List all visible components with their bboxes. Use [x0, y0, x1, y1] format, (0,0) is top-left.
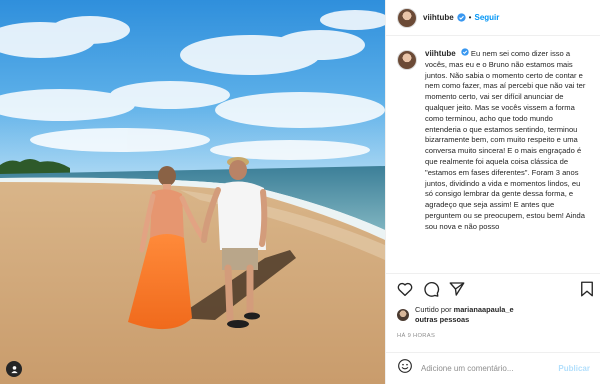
caption-text: Eu nem sei como dizer isso a vocês, mas … — [425, 49, 586, 231]
verified-badge-icon — [461, 48, 469, 60]
comment-input[interactable] — [421, 364, 559, 373]
beach-couple-image — [0, 0, 385, 384]
header-username[interactable]: viihtube — [423, 13, 454, 22]
caption-area: viihtube Eu nem sei como dizer isso a vo… — [386, 48, 600, 268]
post-side-panel: viihtube • Seguir viihtube Eu nem sei co… — [385, 0, 600, 384]
liked-by-prefix: Curtido por — [415, 305, 452, 314]
liked-by-user[interactable]: marianaapaula_e — [454, 305, 514, 314]
comment-icon[interactable] — [422, 280, 440, 298]
heart-icon[interactable] — [396, 280, 414, 298]
post-timestamp[interactable]: HÁ 9 HORAS — [397, 333, 435, 339]
action-bar — [386, 273, 600, 301]
liked-by-text: Curtido por marianaapaula_e outras pesso… — [415, 305, 514, 324]
bookmark-icon[interactable] — [578, 280, 596, 298]
share-icon[interactable] — [448, 280, 466, 298]
emoji-icon[interactable] — [397, 358, 413, 379]
comment-bar: Publicar — [386, 352, 600, 384]
liked-by: Curtido por marianaapaula_e outras pesso… — [397, 305, 514, 324]
verified-badge-icon — [457, 9, 466, 27]
post-photo[interactable] — [0, 0, 385, 384]
avatar[interactable] — [397, 7, 417, 28]
caption-avatar[interactable] — [397, 50, 417, 70]
liked-by-others[interactable]: outras pessoas — [415, 315, 469, 324]
caption-text-block: viihtube Eu nem sei como dizer isso a vo… — [425, 48, 589, 233]
liker-avatar[interactable] — [397, 308, 409, 321]
separator-dot: • — [468, 13, 472, 22]
caption-username[interactable]: viihtube — [425, 49, 456, 58]
post-header: viihtube • Seguir — [386, 0, 600, 36]
publish-button[interactable]: Publicar — [558, 364, 590, 373]
caption-row: viihtube Eu nem sei como dizer isso a vo… — [397, 48, 600, 233]
user-tag-icon[interactable] — [6, 361, 22, 377]
follow-button[interactable]: Seguir — [474, 13, 499, 22]
